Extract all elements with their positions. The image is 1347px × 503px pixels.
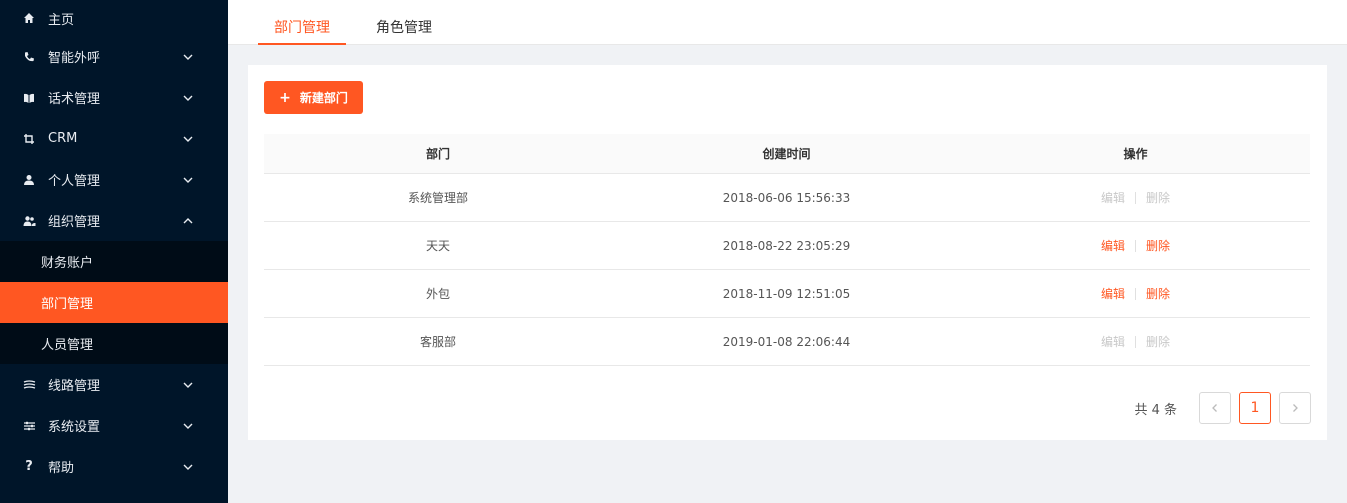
sidebar-item-script[interactable]: 话术管理 bbox=[0, 77, 228, 118]
chevron-down-icon bbox=[183, 136, 193, 142]
tab-department[interactable]: 部门管理 bbox=[258, 0, 346, 45]
edit-link[interactable]: 编辑 bbox=[1101, 189, 1125, 206]
sidebar-item-label: 话术管理 bbox=[48, 92, 101, 107]
divider bbox=[1135, 335, 1136, 348]
sidebar-item-label: 智能外呼 bbox=[48, 51, 101, 66]
home-icon bbox=[22, 11, 36, 25]
next-page-button[interactable] bbox=[1279, 392, 1311, 424]
chevron-down-icon bbox=[183, 177, 193, 183]
chevron-up-icon bbox=[183, 217, 193, 223]
sidebar-item-smart-call[interactable]: 智能外呼 bbox=[0, 36, 228, 77]
sidebar-item-label: 个人管理 bbox=[48, 174, 101, 189]
sidebar-subitem-label: 部门管理 bbox=[41, 297, 94, 312]
new-department-label: 新建部门 bbox=[299, 91, 348, 105]
total-count: 共 4 条 bbox=[1134, 402, 1177, 418]
column-header-department: 部门 bbox=[425, 147, 450, 161]
new-department-button[interactable]: + 新建部门 bbox=[264, 81, 363, 114]
sidebar-item-label: CRM bbox=[48, 131, 78, 146]
created-time: 2018-08-22 23:05:29 bbox=[722, 238, 851, 253]
tab-role[interactable]: 角色管理 bbox=[368, 0, 440, 45]
department-table: 部门 创建时间 操作 系统管理部 2018-06-06 15:56:33 编辑 删除天… bbox=[264, 134, 1310, 366]
table-row: 客服部 2019-01-08 22:06:44 编辑 删除 bbox=[264, 318, 1310, 366]
book-icon bbox=[22, 91, 36, 105]
delete-link[interactable]: 删除 bbox=[1146, 333, 1170, 350]
sidebar-subitem-label: 财务账户 bbox=[41, 256, 94, 271]
row-actions: 编辑 删除 bbox=[961, 237, 1310, 254]
department-name: 天天 bbox=[425, 239, 450, 253]
sidebar: 主页 智能外呼 话术管理 CRM 个人管理 组织管理 财务账户 部门管理 人员管… bbox=[0, 0, 228, 503]
department-name: 外包 bbox=[425, 287, 450, 301]
crop-icon bbox=[22, 132, 36, 146]
sidebar-item-help[interactable]: ? 帮助 bbox=[0, 446, 228, 487]
column-header-created: 创建时间 bbox=[762, 147, 811, 161]
prev-page-button[interactable] bbox=[1199, 392, 1231, 424]
delete-link[interactable]: 删除 bbox=[1146, 285, 1170, 302]
created-time: 2018-06-06 15:56:33 bbox=[722, 190, 851, 205]
edit-link[interactable]: 编辑 bbox=[1101, 333, 1125, 350]
created-time: 2018-11-09 12:51:05 bbox=[722, 286, 851, 301]
chevron-down-icon bbox=[183, 423, 193, 429]
sliders-icon bbox=[22, 419, 36, 433]
divider bbox=[1135, 191, 1136, 204]
edit-link[interactable]: 编辑 bbox=[1101, 285, 1125, 302]
chevron-down-icon bbox=[183, 95, 193, 101]
divider bbox=[1135, 287, 1136, 300]
table-body: 系统管理部 2018-06-06 15:56:33 编辑 删除 天天 2018-08-22… bbox=[264, 174, 1310, 366]
department-name: 系统管理部 bbox=[407, 191, 468, 205]
team-icon bbox=[22, 214, 36, 228]
sidebar-item-route[interactable]: 线路管理 bbox=[0, 364, 228, 405]
sidebar-subitem-label: 人员管理 bbox=[41, 338, 94, 353]
chevron-right-icon bbox=[1293, 404, 1298, 412]
column-header-actions: 操作 bbox=[1123, 147, 1148, 161]
sidebar-item-label: 线路管理 bbox=[48, 379, 101, 394]
table-row: 天天 2018-08-22 23:05:29 编辑 删除 bbox=[264, 222, 1310, 270]
pagination: 共 4 条 1 bbox=[1134, 392, 1311, 424]
divider bbox=[1135, 239, 1136, 252]
sidebar-item-settings[interactable]: 系统设置 bbox=[0, 405, 228, 446]
row-actions: 编辑 删除 bbox=[961, 285, 1310, 302]
phone-icon bbox=[22, 50, 36, 64]
sidebar-subitem-department[interactable]: 部门管理 bbox=[0, 282, 228, 323]
sidebar-item-label: 系统设置 bbox=[48, 420, 101, 435]
delete-link[interactable]: 删除 bbox=[1146, 189, 1170, 206]
page-number-button[interactable]: 1 bbox=[1239, 392, 1271, 424]
tab-label: 部门管理 bbox=[274, 20, 330, 36]
sidebar-item-organization[interactable]: 组织管理 bbox=[0, 200, 228, 241]
sidebar-item-label: 主页 bbox=[48, 12, 75, 28]
sidebar-item-label: 帮助 bbox=[48, 461, 75, 476]
created-time: 2019-01-08 22:06:44 bbox=[722, 334, 851, 349]
question-icon: ? bbox=[25, 459, 33, 474]
sidebar-item-home[interactable]: 主页 bbox=[0, 0, 228, 36]
organization-submenu: 财务账户 部门管理 人员管理 bbox=[0, 241, 228, 364]
chevron-left-icon bbox=[1212, 404, 1217, 412]
sidebar-item-label: 组织管理 bbox=[48, 215, 101, 230]
row-actions: 编辑 删除 bbox=[961, 333, 1310, 350]
tab-bar: 部门管理 角色管理 bbox=[228, 0, 1347, 45]
content-card: + 新建部门 部门 创建时间 操作 系统管理部 2018-06-06 15:56:… bbox=[248, 65, 1327, 440]
sidebar-subitem-finance-account[interactable]: 财务账户 bbox=[0, 241, 228, 282]
user-icon bbox=[22, 173, 36, 187]
sidebar-item-personal[interactable]: 个人管理 bbox=[0, 159, 228, 200]
plus-icon: + bbox=[279, 89, 291, 106]
department-name: 客服部 bbox=[419, 335, 456, 349]
sidebar-subitem-staff[interactable]: 人员管理 bbox=[0, 323, 228, 364]
table-row: 外包 2018-11-09 12:51:05 编辑 删除 bbox=[264, 270, 1310, 318]
delete-link[interactable]: 删除 bbox=[1146, 237, 1170, 254]
chevron-down-icon bbox=[183, 464, 193, 470]
chevron-down-icon bbox=[183, 54, 193, 60]
table-header: 部门 创建时间 操作 bbox=[264, 134, 1310, 174]
table-row: 系统管理部 2018-06-06 15:56:33 编辑 删除 bbox=[264, 174, 1310, 222]
route-icon bbox=[22, 378, 36, 392]
sidebar-item-crm[interactable]: CRM bbox=[0, 118, 228, 159]
row-actions: 编辑 删除 bbox=[961, 189, 1310, 206]
tab-label: 角色管理 bbox=[376, 20, 432, 36]
edit-link[interactable]: 编辑 bbox=[1101, 237, 1125, 254]
chevron-down-icon bbox=[183, 382, 193, 388]
